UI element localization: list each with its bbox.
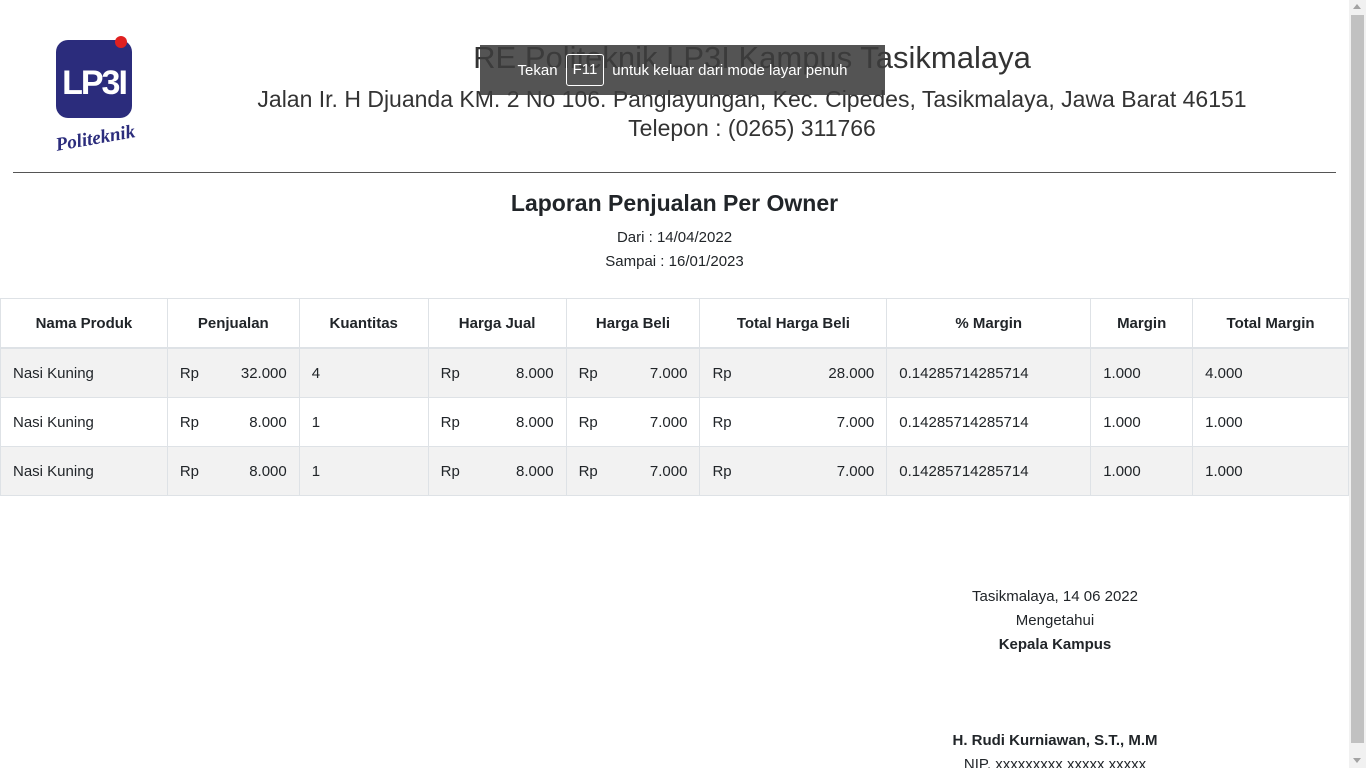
currency-label: Rp [578,462,598,480]
sales-cell: Rp 32.000 [166,347,300,398]
column-header: Nama Produk [0,298,168,349]
total-margin-cell: 4.000 [1192,347,1349,398]
sell-price-cell: Rp 8.000 [427,446,567,496]
currency-label: Rp [440,413,460,431]
quantity-cell: 1 [298,397,429,447]
notice-prefix: Tekan [517,61,558,79]
column-header: Margin [1090,298,1194,349]
product-name-cell: Nasi Kuning [0,397,168,447]
quantity-cell: 4 [298,347,429,398]
buy-price-cell: Rp 7.000 [565,446,701,496]
signature-role: Kepala Kampus [998,636,1112,653]
margin-percent-cell: 0.14285714285714 [886,446,1092,496]
institution-phone: Telepon : (0265) 311766 [628,115,876,141]
currency-label: Rp [179,413,200,431]
currency-label: Rp [578,413,598,431]
signature-nip: NIP. xxxxxxxxx xxxxx xxxxx [963,756,1147,768]
sales-value: 8.000 [249,462,287,480]
total-buy-price-cell: Rp 7.000 [699,397,888,447]
buy-price-cell: Rp 7.000 [565,347,701,398]
notice-suffix: untuk keluar dari mode layar penuh [612,61,848,79]
margin-percent-cell: 0.14285714285714 [886,347,1092,398]
margin-cell: 1.000 [1090,397,1194,447]
currency-label: Rp [440,364,460,382]
sales-cell: Rp 8.000 [166,446,300,496]
currency-label: Rp [712,364,732,382]
table-row: Nasi Kuning Rp 8.000 1 Rp 8.000 Rp 7.000 Rp… [0,446,1349,496]
signature-place-date: Tasikmalaya, 14 06 2022 [972,588,1138,605]
margin-cell: 1.000 [1090,446,1194,496]
header-divider [13,172,1336,173]
sell-price-value: 8.000 [516,413,554,431]
sales-cell: Rp 8.000 [166,397,300,447]
report-page: LP3I Politeknik RE Politeknik LP3I Kampu… [0,0,1349,768]
column-header: Total Margin [1192,298,1349,349]
currency-label: Rp [440,462,460,480]
sales-table: Nama Produk Penjualan Kuantitas Harga Ju… [0,298,1349,496]
table-row: Nasi Kuning Rp 8.000 1 Rp 8.000 Rp 7.000 Rp… [0,397,1349,447]
sell-price-value: 8.000 [516,364,554,382]
table-row: Nasi Kuning Rp 32.000 4 Rp 8.000 Rp 7.000 R… [0,347,1349,398]
scrollbar-thumb[interactable] [1351,15,1364,743]
report-title: Laporan Penjualan Per Owner [510,190,839,216]
buy-price-value: 7.000 [649,364,688,382]
svg-text:Politeknik: Politeknik [53,121,137,156]
quantity-cell: 1 [298,446,429,496]
currency-label: Rp [712,462,732,480]
column-header: Kuantitas [298,298,429,349]
product-name-cell: Nasi Kuning [0,446,168,496]
sell-price-cell: Rp 8.000 [427,347,567,398]
f11-key-hint: F11 [565,54,605,86]
column-header: Harga Beli [565,298,701,349]
scroll-down-arrow-icon[interactable] [1353,758,1361,763]
fullscreen-exit-notice: Tekan F11 untuk keluar dari mode layar p… [480,45,885,95]
table-header-row: Nama Produk Penjualan Kuantitas Harga Ju… [0,298,1349,349]
currency-label: Rp [179,364,200,382]
total-buy-price-cell: Rp 7.000 [699,446,888,496]
column-header: % Margin [886,298,1092,349]
column-header: Penjualan [166,298,300,349]
buy-price-value: 7.000 [649,462,688,480]
report-date-to: Sampai : 16/01/2023 [605,253,744,270]
currency-label: Rp [712,413,732,431]
scroll-up-arrow-icon[interactable] [1353,4,1361,9]
currency-label: Rp [179,462,200,480]
total-buy-price-value: 7.000 [836,462,875,480]
total-margin-cell: 1.000 [1192,446,1349,496]
buy-price-cell: Rp 7.000 [565,397,701,447]
sales-value: 32.000 [240,364,287,382]
lp3i-logo: LP3I Politeknik [48,34,148,156]
sell-price-value: 8.000 [516,462,554,480]
sell-price-cell: Rp 8.000 [427,397,567,447]
report-date-from: Dari : 14/04/2022 [616,229,733,246]
signature-name: H. Rudi Kurniawan, S.T., M.M [952,732,1158,749]
sales-value: 8.000 [249,413,287,431]
total-margin-cell: 1.000 [1192,397,1349,447]
buy-price-value: 7.000 [649,413,688,431]
logo-lettering: LP3I [62,64,126,102]
column-header: Total Harga Beli [699,298,888,349]
column-header: Harga Jual [427,298,567,349]
total-buy-price-value: 28.000 [828,364,875,382]
margin-percent-cell: 0.14285714285714 [886,397,1092,447]
margin-cell: 1.000 [1090,347,1194,398]
currency-label: Rp [578,364,598,382]
signature-acknowledged: Mengetahui [1015,612,1095,629]
total-buy-price-cell: Rp 28.000 [699,347,888,398]
vertical-scrollbar[interactable] [1349,0,1366,768]
product-name-cell: Nasi Kuning [0,347,168,398]
total-buy-price-value: 7.000 [836,413,875,431]
